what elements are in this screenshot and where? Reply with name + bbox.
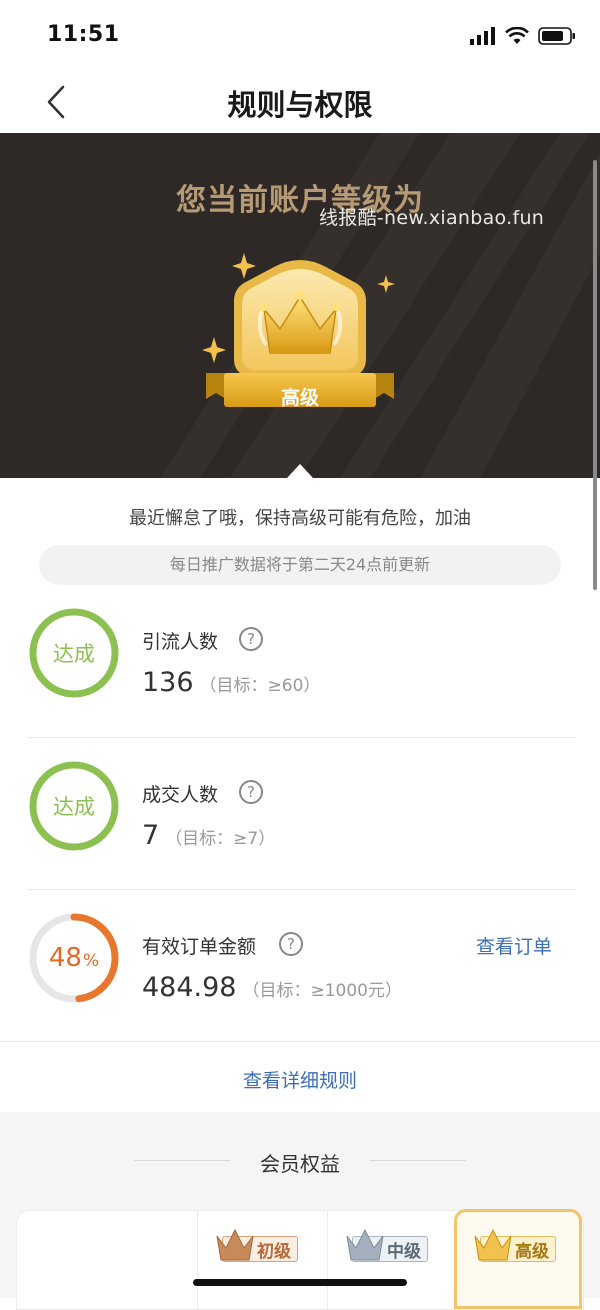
crown-icon <box>216 1228 254 1261</box>
wifi-icon <box>505 27 529 44</box>
crown-icon <box>474 1228 512 1261</box>
metric-name: 引流人数 <box>142 631 219 653</box>
metric-name: 成交人数 <box>142 784 219 806</box>
level-hero: 您当前账户等级为 线报酷-new.xianbao.fun 高级 <box>0 133 600 478</box>
metric-row: 48% 有效订单金额 ? 查看订单 484.98 （目标：≥1000元） <box>28 889 576 1041</box>
tier-label: 初级 <box>257 1241 291 1262</box>
metric-target: （目标：≥1000元） <box>242 981 402 1001</box>
view-rules-link[interactable]: 查看详细规则 <box>0 1066 600 1093</box>
view-orders-link[interactable]: 查看订单 <box>476 932 552 959</box>
status-label: 达成 <box>53 795 95 819</box>
update-notice: 每日推广数据将于第二天24点前更新 <box>39 545 561 585</box>
question-icon[interactable]: ? <box>239 627 263 651</box>
question-icon[interactable]: ? <box>239 780 263 804</box>
crown-icon <box>346 1228 384 1261</box>
level-badge: 高级 <box>196 249 404 419</box>
status-time: 11:51 <box>47 22 120 47</box>
metric-row: 达成 引流人数 ? 136 （目标：≥60） <box>28 585 576 737</box>
status-label: 48% <box>48 943 100 973</box>
question-icon[interactable]: ? <box>279 932 303 956</box>
nav-bar: 规则与权限 <box>0 70 600 133</box>
signal-icon <box>470 27 495 45</box>
benefits-title: 会员权益 <box>260 1152 340 1176</box>
page-title: 规则与权限 <box>227 88 373 122</box>
level-badge-label: 高级 <box>280 387 319 409</box>
divider <box>0 1041 600 1042</box>
metric-value: 7 （目标：≥7） <box>142 820 276 851</box>
metric-value: 484.98 （目标：≥1000元） <box>142 972 402 1003</box>
metric-value: 136 （目标：≥60） <box>142 667 321 698</box>
tier-label: 高级 <box>515 1241 549 1262</box>
home-indicator[interactable] <box>193 1279 407 1286</box>
tier-label: 中级 <box>387 1241 421 1262</box>
sparkle-icon <box>377 275 395 293</box>
sparkle-icon <box>232 253 256 279</box>
tier-middle[interactable]: 中级 <box>346 1228 428 1266</box>
scrollbar[interactable] <box>593 160 597 590</box>
divider <box>370 1160 466 1161</box>
tier-advanced[interactable]: 高级 <box>474 1228 556 1266</box>
watermark: 线报酷-new.xianbao.fun <box>319 207 545 229</box>
hero-pointer <box>287 464 313 478</box>
tier-basic[interactable]: 初级 <box>216 1228 298 1266</box>
metric-name: 有效订单金额 <box>142 936 257 958</box>
sparkle-icon <box>202 337 226 363</box>
metric-row: 达成 成交人数 ? 7 （目标：≥7） <box>28 737 576 889</box>
metric-target: （目标：≥60） <box>199 676 321 696</box>
status-icons <box>470 26 576 46</box>
battery-icon <box>538 27 575 45</box>
warning-text: 最近懈怠了哦，保持高级可能有危险，加油 <box>129 508 471 529</box>
metric-target: （目标：≥7） <box>165 829 276 849</box>
status-label: 达成 <box>53 642 95 666</box>
status-bar: 11:51 <box>0 0 600 70</box>
